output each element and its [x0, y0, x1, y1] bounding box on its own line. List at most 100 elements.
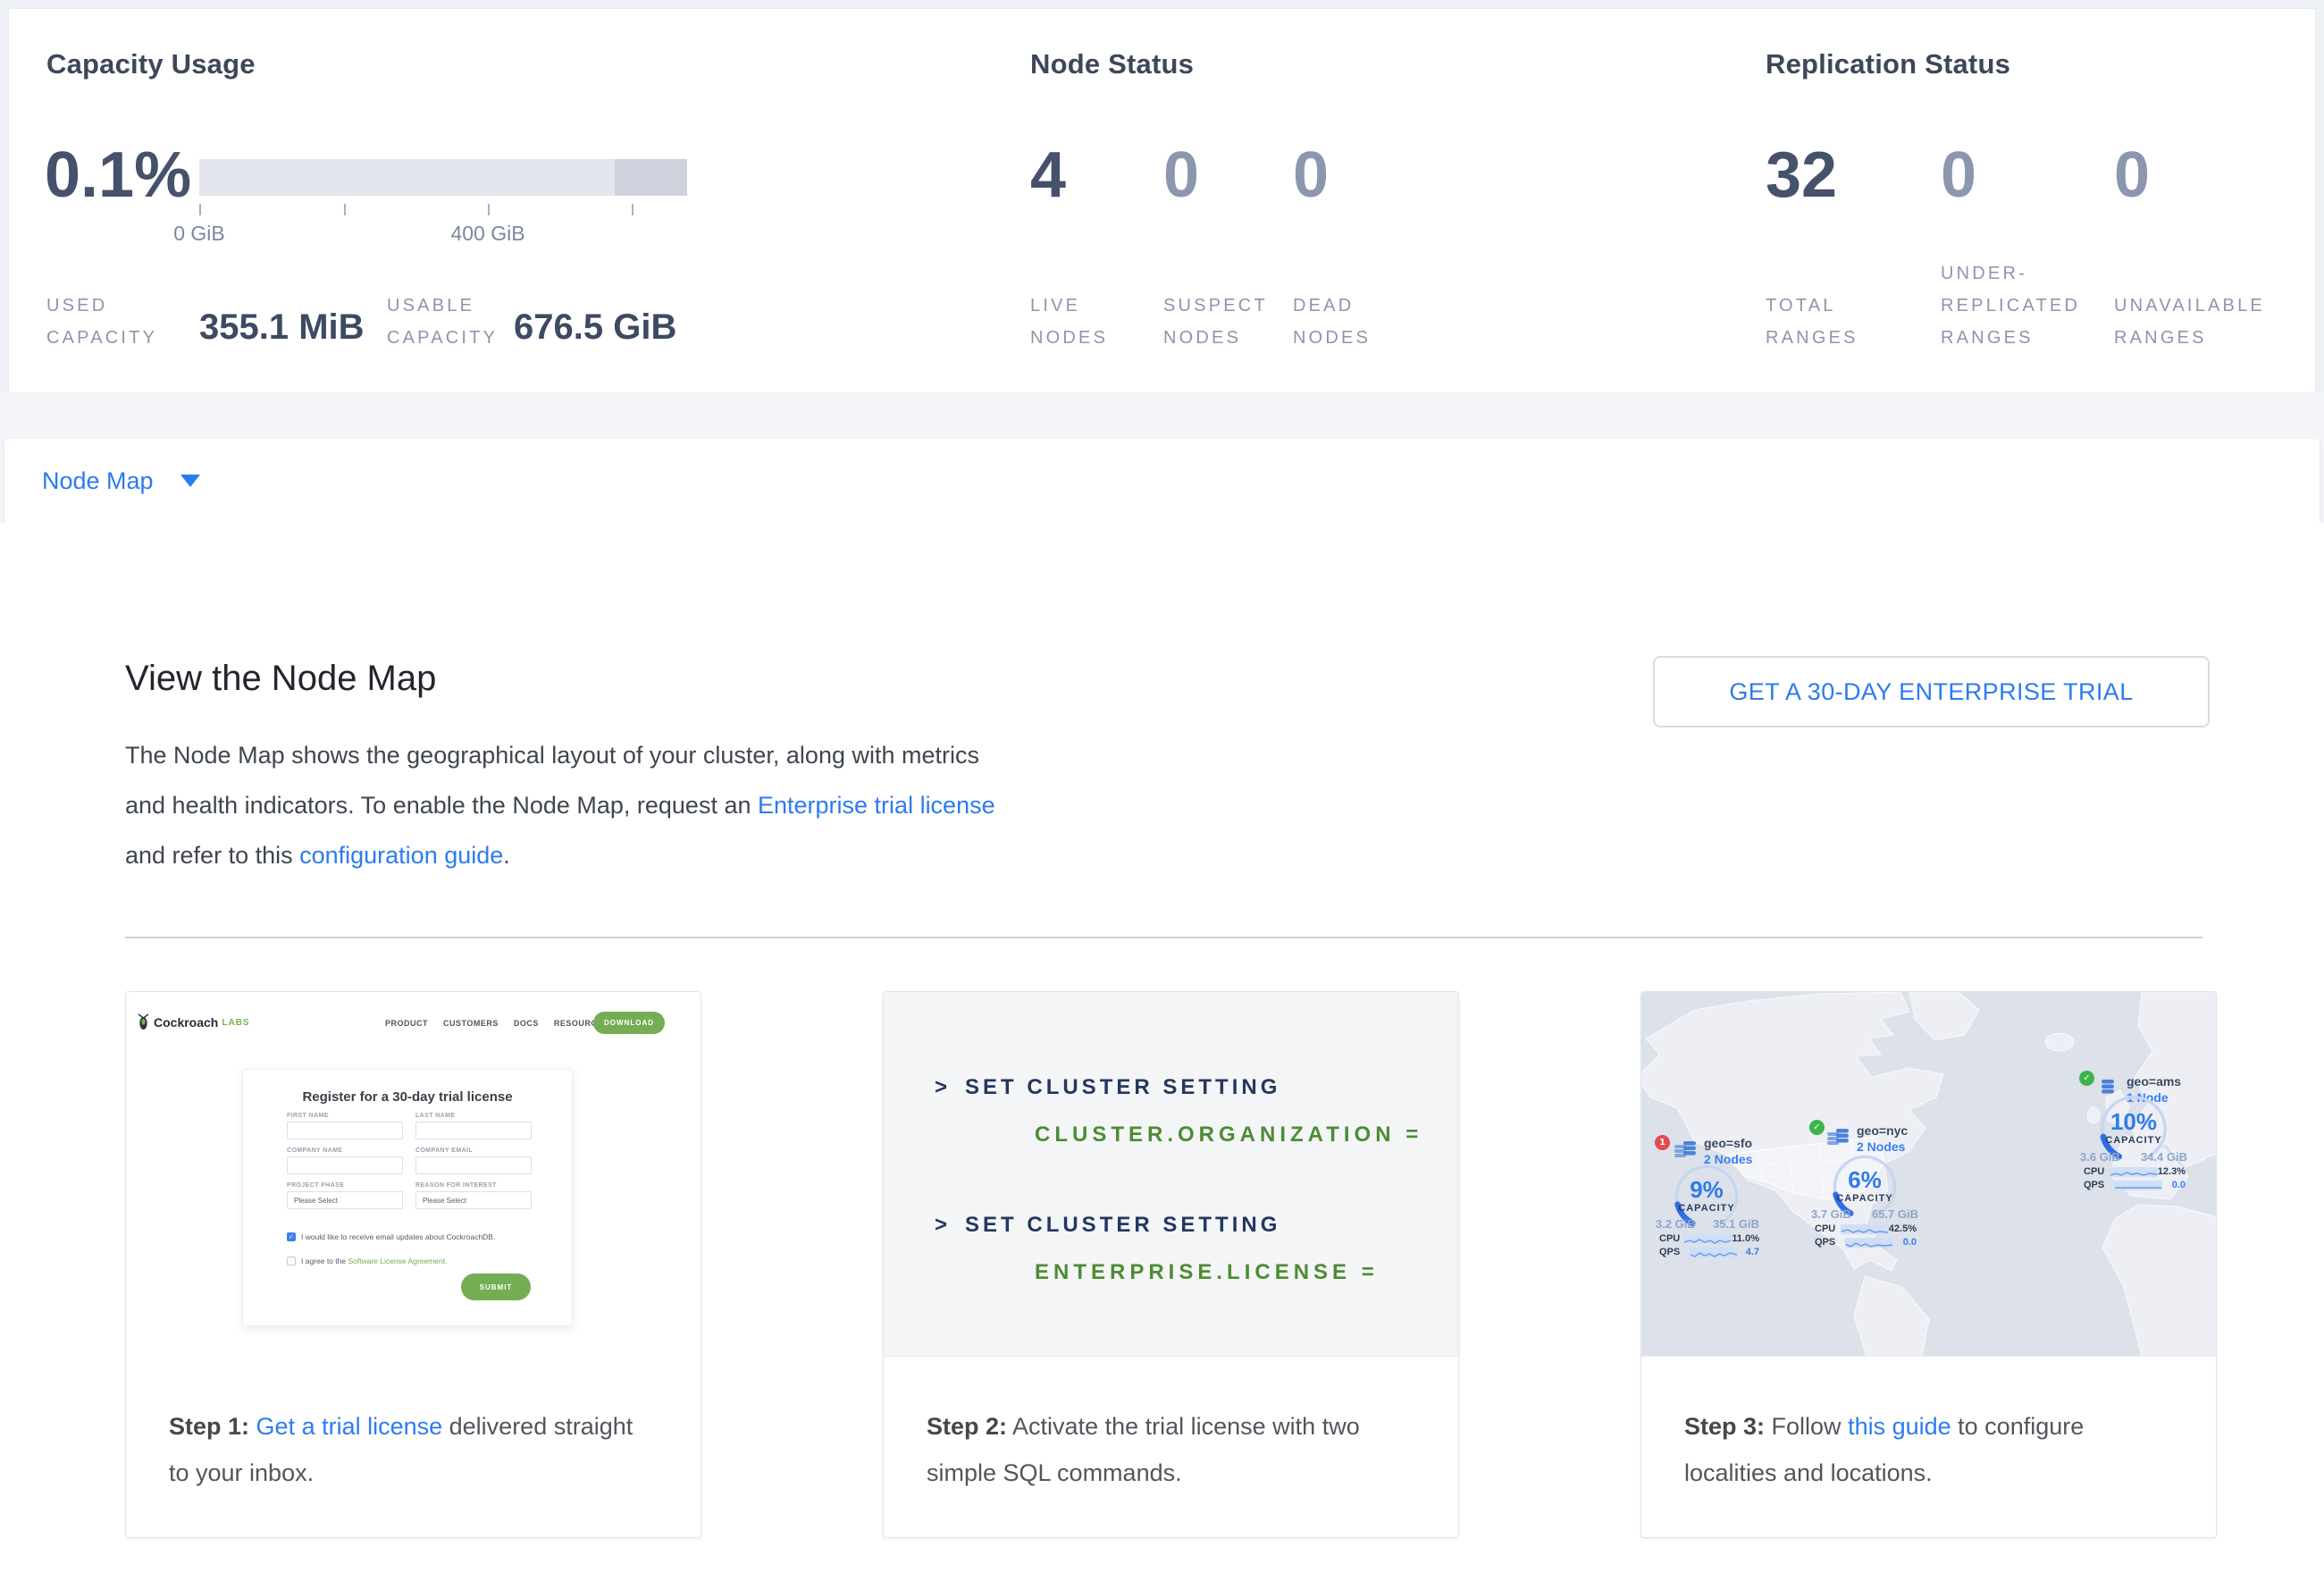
brand-text: Cockroach: [154, 1015, 218, 1030]
suspect-nodes-label: SUSPECT NODES: [1163, 290, 1268, 354]
sql-prompt-icon: >: [935, 1075, 951, 1099]
used-capacity-value: 355.1 MiB: [199, 307, 365, 348]
live-nodes-label: LIVE NODES: [1030, 290, 1108, 354]
capacity-percent: 9%: [1680, 1176, 1733, 1204]
database-nodes-icon: [1674, 1139, 1697, 1160]
cpu-label: CPU: [1659, 1233, 1683, 1244]
view-selector-dropdown[interactable]: Node Map: [4, 439, 2320, 523]
capacity-usage-title: Capacity Usage: [46, 48, 256, 80]
locality-name: geo=ams: [2127, 1074, 2181, 1089]
empty-checkbox-icon: [287, 1257, 296, 1265]
step2-card: > SET CLUSTER SETTING CLUSTER.ORGANIZATIO…: [883, 991, 1459, 1538]
capacity-percent: 10%: [2107, 1108, 2160, 1136]
step1-caption: Step 1: Get a trial license delivered st…: [126, 1357, 701, 1496]
step3-caption: Step 3: Follow this guide to configure l…: [1641, 1357, 2216, 1496]
enterprise-trial-license-link[interactable]: Enterprise trial license: [758, 792, 995, 819]
dead-nodes-label-line1: DEAD: [1293, 290, 1371, 322]
section-separator-band: [0, 392, 2324, 439]
nav-item-customers: CUSTOMERS: [443, 1019, 499, 1028]
cpu-stat-row: CPU 42.5%: [1815, 1223, 1917, 1234]
field-company-email: COMPANY EMAIL: [415, 1148, 532, 1174]
step2-label: Step 2:: [927, 1413, 1007, 1440]
sql-arg-1: CLUSTER.ORGANIZATION =: [1035, 1122, 1422, 1148]
under-replicated-ranges-label: UNDER- REPLICATED RANGES: [1941, 257, 2080, 354]
under-replicated-label-line2: REPLICATED: [1941, 290, 2080, 322]
capacity-axis-tick: [632, 204, 633, 215]
suspect-nodes-label-line1: SUSPECT: [1163, 290, 1268, 322]
nav-item-docs: DOCS: [514, 1019, 539, 1028]
cockroach-labs-logo: Cockroach LABS: [137, 1013, 250, 1031]
under-replicated-ranges-count: 0: [1941, 143, 1976, 207]
cpu-label: CPU: [1815, 1223, 1841, 1234]
cpu-stat-row: CPU 11.0%: [1659, 1233, 1759, 1244]
brand-suffix-text: LABS: [222, 1018, 249, 1028]
qps-sparkline: [1845, 1238, 1893, 1248]
qps-stat-row: QPS 4.7: [1659, 1247, 1759, 1257]
field-label: COMPANY EMAIL: [415, 1148, 532, 1154]
field-company-name: COMPANY NAME: [287, 1148, 403, 1174]
capacity-label: CAPACITY: [1829, 1193, 1900, 1204]
cpu-sparkline: [1841, 1224, 1889, 1234]
field-label: LAST NAME: [415, 1113, 532, 1119]
total-gib: 65.7 GiB: [1872, 1207, 1918, 1221]
capacity-percent: 6%: [1838, 1166, 1892, 1194]
get-trial-license-link[interactable]: Get a trial license: [256, 1413, 443, 1440]
step1-label: Step 1:: [169, 1413, 249, 1440]
enterprise-trial-button[interactable]: GET A 30-DAY ENTERPRISE TRIAL: [1653, 656, 2210, 727]
nav-item-product: PRODUCT: [385, 1019, 428, 1028]
total-ranges-count: 32: [1766, 143, 1837, 207]
capacity-bar: 0 GiB 400 GiB: [199, 159, 687, 196]
license-agreement-checkbox-row: I agree to the Software License Agreemen…: [287, 1257, 448, 1265]
capacity-label: CAPACITY: [1671, 1203, 1742, 1214]
this-guide-link[interactable]: this guide: [1848, 1413, 1951, 1440]
sql-arg-2: ENTERPRISE.LICENSE =: [1035, 1260, 1379, 1285]
total-ranges-label: TOTAL RANGES: [1766, 290, 1858, 354]
field-first-name: FIRST NAME: [287, 1113, 403, 1139]
step3-node-map-preview: 1 geo=sfo 2 Nodes 9% CAPACITY 3.2 GiB 35…: [1641, 992, 2216, 1357]
field-project-phase: PROJECT PHASE Please Select: [287, 1182, 403, 1209]
cpu-value: 42.5%: [1889, 1223, 1917, 1234]
cpu-value: 11.0%: [1732, 1233, 1759, 1244]
step3-card: 1 geo=sfo 2 Nodes 9% CAPACITY 3.2 GiB 35…: [1640, 991, 2217, 1538]
capacity-axis-label-0: 0 GiB: [128, 222, 271, 246]
node-map-promo-section: View the Node Map The Node Map shows the…: [0, 523, 2324, 1589]
qps-label: QPS: [1659, 1247, 1690, 1257]
sql-prompt-icon: >: [935, 1213, 951, 1237]
email-updates-label: I would like to receive email updates ab…: [301, 1232, 495, 1241]
replication-status-title: Replication Status: [1766, 48, 2010, 80]
unavailable-label-line2: RANGES: [2114, 322, 2265, 354]
view-selector-label: Node Map: [42, 467, 154, 495]
healthy-badge-icon: ✓: [1809, 1120, 1825, 1135]
cluster-summary-panel: Capacity Usage 0.1% 0 GiB 400 GiB USED C…: [8, 8, 2316, 392]
suspect-nodes-label-line2: NODES: [1163, 322, 1268, 354]
cockroach-bug-icon: [137, 1013, 150, 1031]
field-label: REASON FOR INTEREST: [415, 1182, 532, 1189]
capacity-axis-label-400: 400 GiB: [416, 222, 559, 246]
used-gib: 3.2 GiB: [1656, 1217, 1696, 1231]
qps-stat-row: QPS 0.0: [2084, 1180, 2186, 1190]
summary-wrap: Capacity Usage 0.1% 0 GiB 400 GiB USED C…: [0, 8, 2324, 392]
agreement-text: I agree to the: [301, 1257, 348, 1265]
locality-name: geo=sfo: [1704, 1136, 1752, 1150]
cpu-sparkline: [1683, 1234, 1732, 1244]
software-license-agreement-link: Software License Agreement.: [348, 1257, 447, 1265]
total-gib: 35.1 GiB: [1713, 1217, 1759, 1231]
used-gib: 3.6 GiB: [2080, 1150, 2120, 1164]
cpu-sparkline: [2110, 1167, 2158, 1177]
capacity-axis-tick: [344, 204, 346, 215]
usable-capacity-value: 676.5 GiB: [514, 307, 676, 348]
description-text-2: and refer to this: [125, 842, 299, 869]
sql-cmd-2: SET CLUSTER SETTING: [965, 1213, 1280, 1237]
qps-label: QPS: [2084, 1180, 2114, 1190]
cpu-label: CPU: [2084, 1166, 2110, 1177]
capacity-gib-row: 3.6 GiB 34.4 GiB: [2080, 1150, 2187, 1164]
live-nodes-label-line2: NODES: [1030, 322, 1108, 354]
step2-sql-snippet: > SET CLUSTER SETTING CLUSTER.ORGANIZATIO…: [884, 992, 1458, 1357]
configuration-guide-link[interactable]: configuration guide: [299, 842, 503, 869]
first-name-input: [287, 1122, 403, 1139]
sql-cmd-1: SET CLUSTER SETTING: [965, 1075, 1280, 1099]
under-replicated-label-line3: RANGES: [1941, 322, 2080, 354]
field-label: COMPANY NAME: [287, 1148, 403, 1154]
qps-value: 0.0: [2172, 1180, 2186, 1190]
qps-sparkline: [1690, 1248, 1738, 1257]
